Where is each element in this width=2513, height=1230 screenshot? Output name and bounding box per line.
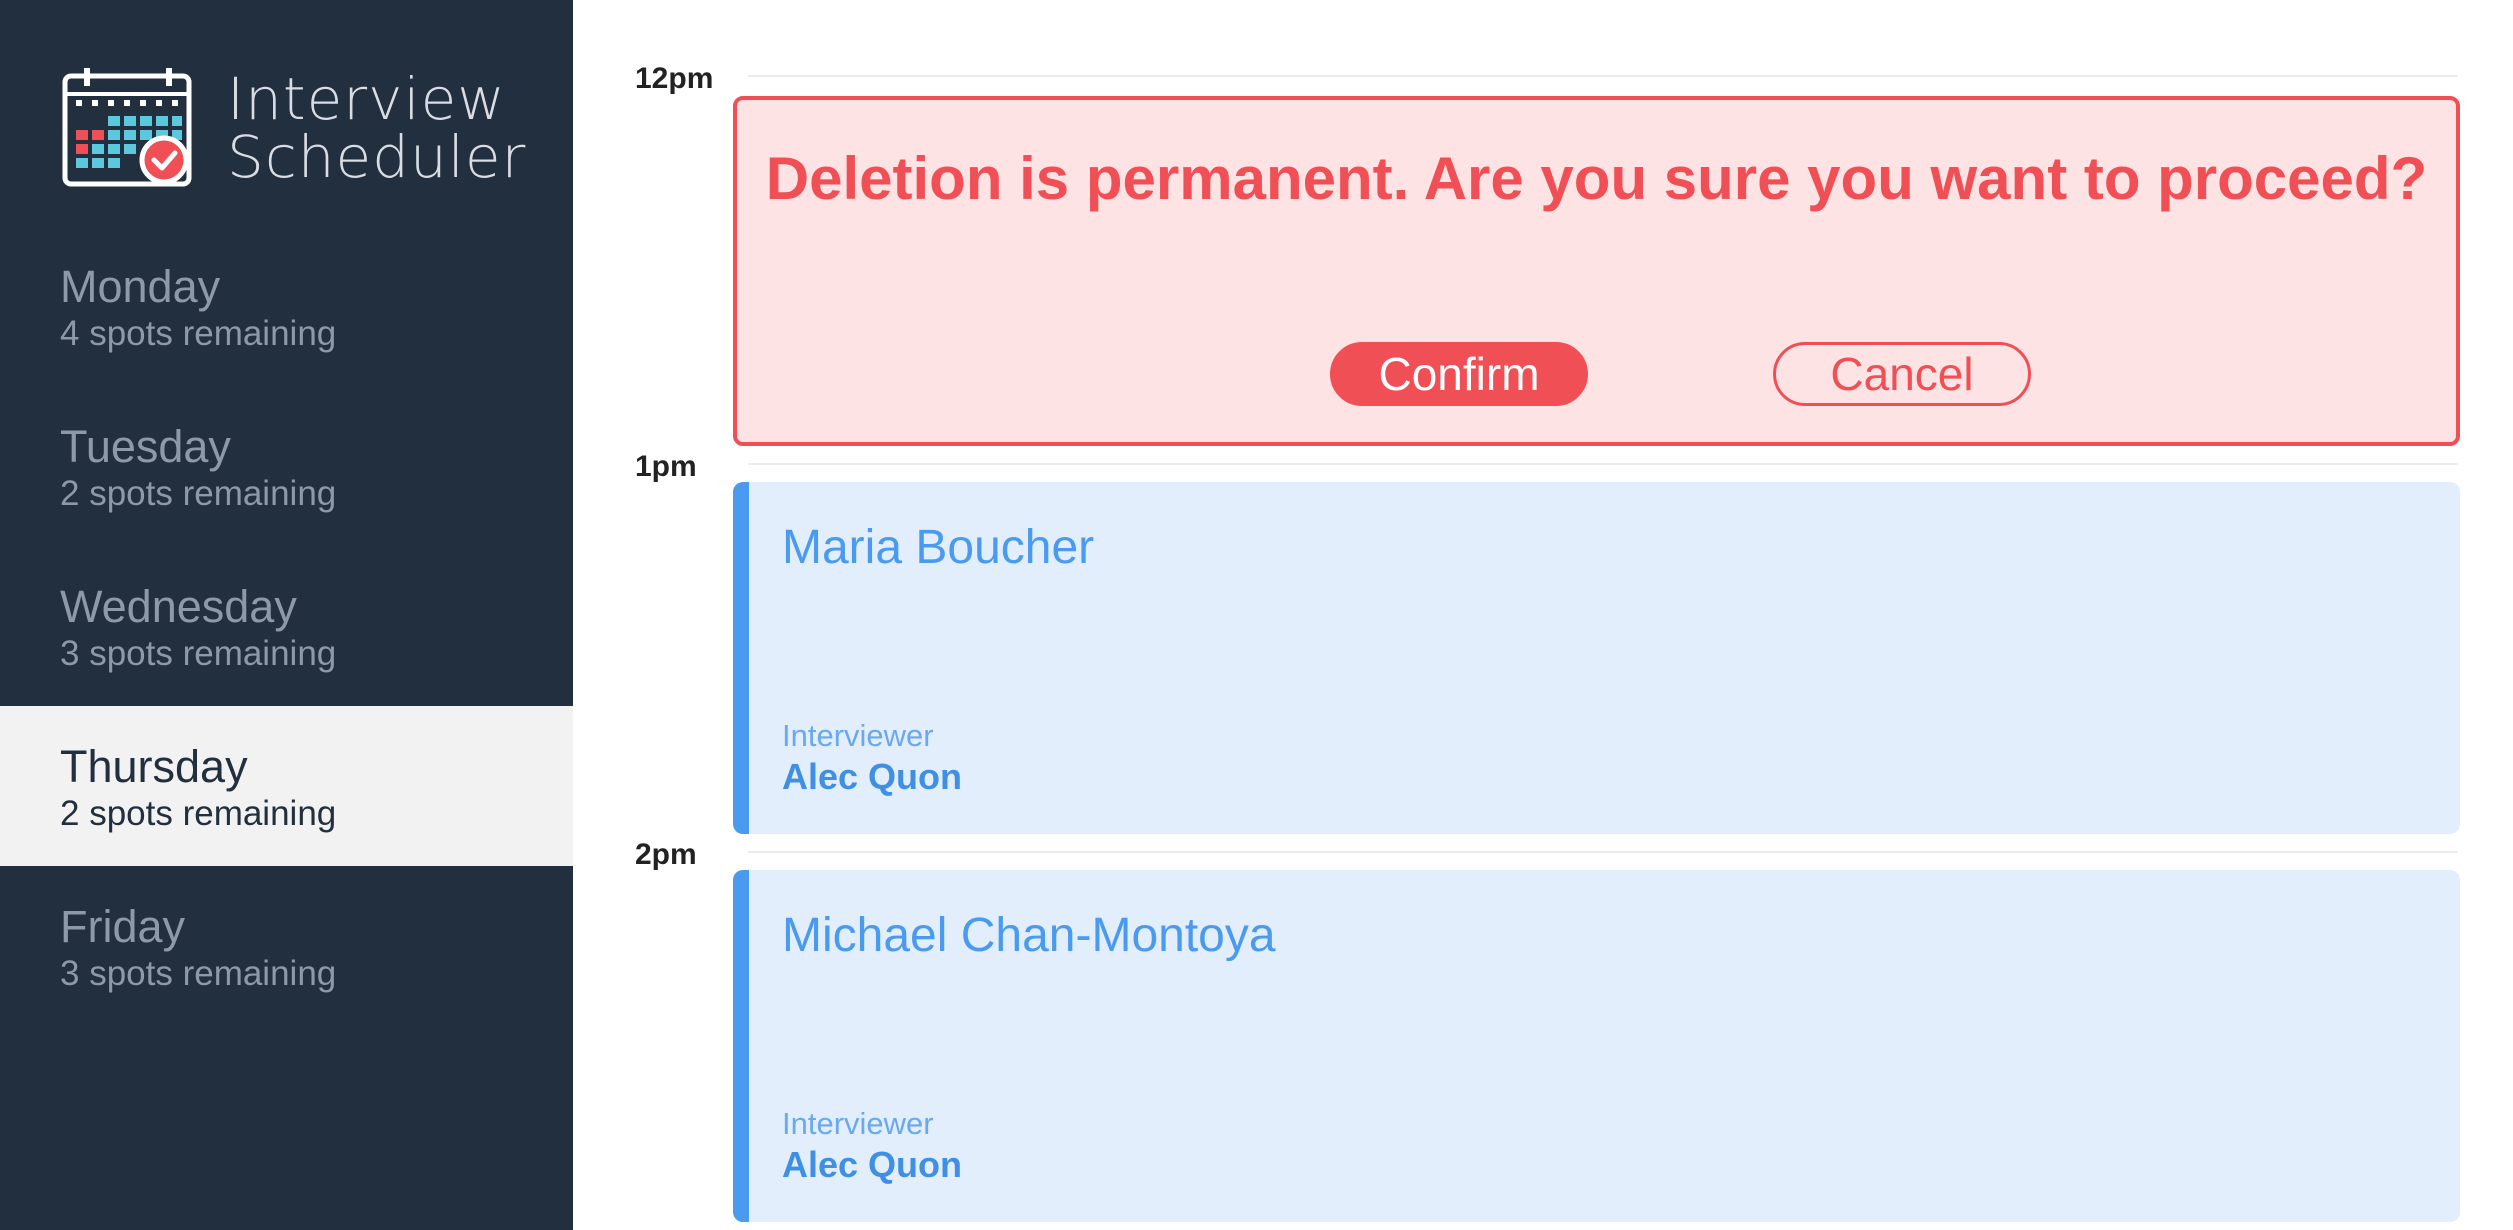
student-name: Michael Chan-Montoya bbox=[782, 909, 1276, 962]
interviewer-name: Alec Quon bbox=[782, 1144, 963, 1185]
day-spots: 3 spots remaining bbox=[60, 634, 337, 673]
time-divider bbox=[748, 851, 2458, 853]
day-name: Tuesday bbox=[60, 421, 231, 472]
appointment-card[interactable]: Michael Chan-Montoya Interviewer Alec Qu… bbox=[733, 870, 2460, 1222]
day-item-friday[interactable]: Friday 3 spots remaining bbox=[0, 866, 573, 1026]
calendar-check-icon bbox=[62, 68, 192, 187]
time-label-2pm: 2pm bbox=[635, 838, 697, 871]
interviewer-name: Alec Quon bbox=[782, 756, 963, 797]
time-divider bbox=[748, 75, 2458, 77]
app-title-line1: Interview bbox=[227, 65, 506, 133]
appointment-card[interactable]: Maria Boucher Interviewer Alec Quon bbox=[733, 482, 2460, 834]
interviewer-label: Interviewer bbox=[782, 718, 934, 753]
day-item-wednesday[interactable]: Wednesday 3 spots remaining bbox=[0, 546, 573, 706]
schedule: 12pm Deletion is permanent. Are you sure… bbox=[573, 0, 2513, 1230]
day-list: Monday 4 spots remaining Tuesday 2 spots… bbox=[0, 226, 573, 1026]
day-spots: 2 spots remaining bbox=[60, 474, 337, 513]
day-item-tuesday[interactable]: Tuesday 2 spots remaining bbox=[0, 386, 573, 546]
day-name: Thursday bbox=[60, 741, 248, 792]
confirm-button[interactable]: Confirm bbox=[1330, 342, 1588, 406]
day-name: Friday bbox=[60, 901, 186, 952]
app-title: Interview Scheduler bbox=[227, 70, 527, 186]
time-label-12pm: 12pm bbox=[635, 62, 714, 95]
time-divider bbox=[748, 463, 2458, 465]
sidebar: Interview Scheduler Monday 4 spots remai… bbox=[0, 0, 573, 1230]
day-name: Wednesday bbox=[60, 581, 297, 632]
day-item-thursday[interactable]: Thursday 2 spots remaining bbox=[0, 706, 573, 866]
interviewer-label: Interviewer bbox=[782, 1106, 934, 1141]
day-name: Monday bbox=[60, 261, 221, 312]
app-title-line2: Scheduler bbox=[227, 123, 527, 191]
time-label-1pm: 1pm bbox=[635, 450, 697, 483]
app: Interview Scheduler Monday 4 spots remai… bbox=[0, 0, 2513, 1230]
confirm-message: Deletion is permanent. Are you sure you … bbox=[765, 145, 2428, 212]
day-spots: 2 spots remaining bbox=[60, 794, 337, 833]
cancel-button[interactable]: Cancel bbox=[1773, 342, 2031, 406]
brand: Interview Scheduler bbox=[62, 66, 525, 216]
student-name: Maria Boucher bbox=[782, 521, 1095, 574]
delete-confirm-card: Deletion is permanent. Are you sure you … bbox=[733, 96, 2460, 446]
day-spots: 4 spots remaining bbox=[60, 314, 337, 353]
day-spots: 3 spots remaining bbox=[60, 954, 337, 993]
day-item-monday[interactable]: Monday 4 spots remaining bbox=[0, 226, 573, 386]
